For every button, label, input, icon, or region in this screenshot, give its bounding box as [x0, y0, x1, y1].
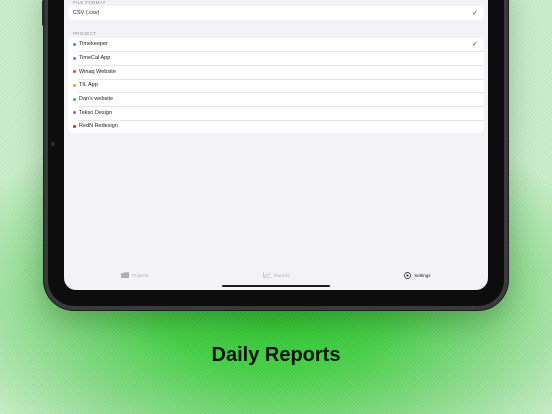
- gear-icon: [404, 271, 412, 279]
- project-item-label: Timekeeper: [79, 41, 108, 48]
- marketing-caption: Daily Reports: [211, 344, 341, 366]
- project-color-dot: [73, 124, 76, 128]
- project-item-label: RedN Redesign: [79, 123, 118, 130]
- project-item-label: Dan's website: [79, 96, 114, 103]
- checkmark-icon: ✓: [472, 41, 478, 49]
- project-item-dans-website[interactable]: Dan's website: [68, 92, 484, 106]
- project-item-label: Tekso Design: [79, 109, 113, 116]
- project-item-label: Winaq Website: [79, 68, 116, 75]
- file-format-header: FILE FORMAT: [73, 0, 106, 5]
- project-list: Timekeeper ✓ TimeCal App Winaq Website T…: [68, 37, 484, 134]
- folder-icon: [121, 272, 130, 278]
- project-item-tekso-design[interactable]: Tekso Design: [68, 105, 484, 120]
- project-item-winaq-website[interactable]: Winaq Website: [68, 64, 484, 79]
- project-color-dot: [73, 97, 76, 101]
- tab-label: Settings: [414, 272, 431, 278]
- file-format-group: CSV (.csv) ✓: [68, 6, 484, 20]
- home-indicator: [222, 285, 330, 287]
- project-color-dot: [73, 83, 76, 87]
- tab-label: Projects: [132, 272, 149, 278]
- tab-bar: Projects Reports Settings: [64, 267, 488, 283]
- project-item-timekeeper[interactable]: Timekeeper ✓: [68, 38, 484, 52]
- project-item-label: TimeCal App: [79, 55, 111, 62]
- project-item-til-app[interactable]: TIL App: [68, 78, 484, 93]
- project-item-timecal-app[interactable]: TimeCal App: [68, 51, 484, 65]
- chart-line-icon: [262, 272, 271, 278]
- project-color-dot: [73, 42, 76, 46]
- tab-reports[interactable]: Reports: [205, 267, 346, 283]
- checkmark-icon: ✓: [472, 9, 478, 17]
- project-color-dot: [73, 111, 76, 115]
- tab-settings[interactable]: Settings: [347, 267, 488, 283]
- file-format-row[interactable]: CSV (.csv) ✓: [68, 6, 484, 20]
- file-format-value: CSV (.csv): [73, 9, 100, 16]
- project-color-dot: [73, 56, 76, 60]
- tab-projects[interactable]: Projects: [64, 267, 205, 283]
- project-item-redn-redesign[interactable]: RedN Redesign: [68, 119, 484, 134]
- tab-label: Reports: [273, 272, 290, 278]
- volume-button: [42, 0, 45, 26]
- front-camera: [51, 142, 55, 146]
- app-screen: FILE FORMAT CSV (.csv) ✓ PROJECT Timekee…: [64, 0, 488, 290]
- project-item-label: TIL App: [79, 82, 98, 89]
- project-color-dot: [73, 70, 76, 74]
- project-header: PROJECT: [73, 31, 97, 36]
